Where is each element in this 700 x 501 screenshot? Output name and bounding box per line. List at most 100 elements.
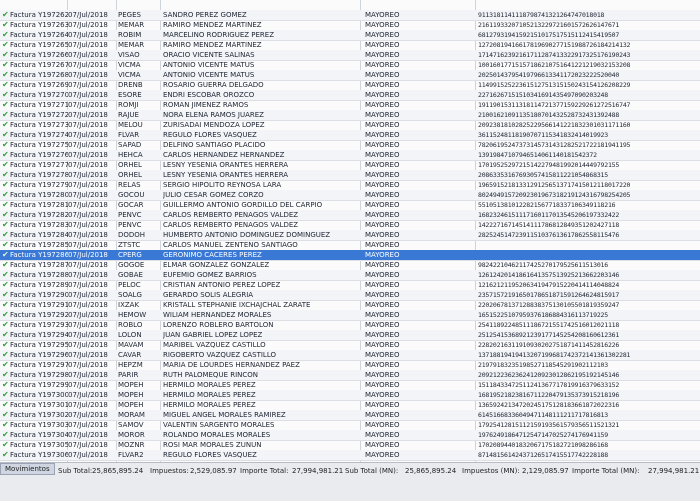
client-name-cell: NORA ELENA RAMOS JUAREZ (163, 111, 264, 119)
document-cell: Factura Y197298 (10, 371, 68, 379)
sale-type-cell: MAYOREO (365, 321, 400, 329)
client-name-cell: KRISTALL STEPHANIE IXCHAJCHAL ZARATE (163, 301, 311, 309)
document-cell: Factura Y197306 (10, 451, 68, 459)
date-cell: 07/Jul/2018 (68, 181, 108, 189)
sale-type-cell: MAYOREO (365, 371, 400, 379)
client-name-cell: REGULO FLORES VASQUEZ (163, 451, 257, 459)
sale-type-cell: MAYOREO (365, 161, 400, 169)
client-name-cell: EUFEMIO GOMEZ BARRIOS (163, 271, 257, 279)
impuestos-value: 2,529,085.97 (190, 467, 237, 475)
date-cell: 07/Jul/2018 (68, 121, 108, 129)
folio-cell: 20863353167693057415811221054868315 (478, 171, 608, 179)
client-name-cell: REGULO FLORES VASQUEZ (163, 131, 257, 139)
sale-type-cell: MAYOREO (365, 421, 400, 429)
document-cell: Factura Y197296 (10, 351, 68, 359)
sale-type-cell: MAYOREO (365, 341, 400, 349)
folio-cell: 20921223623624120923012862195192145146 (478, 371, 620, 379)
sale-type-cell: MAYOREO (365, 61, 400, 69)
client-code-cell: MEMAR (118, 21, 145, 29)
client-name-cell: RUTH PALOMEQUE RINCON (163, 371, 259, 379)
sale-type-cell: MAYOREO (365, 181, 400, 189)
client-code-cell: SAMOV (118, 421, 144, 429)
document-cell (10, 0, 68, 10)
document-cell: Factura Y197300 (10, 391, 68, 399)
client-name-cell: LORENZO ROBLERO BARTOLON (163, 321, 274, 329)
folio-cell: 23571572191650178651871591264624815917 (478, 291, 620, 299)
sale-type-cell: MAYOREO (365, 281, 400, 289)
impuestos-mn-value: 2,129,085.97 (522, 467, 569, 475)
totals-bar: Movimientos Sub Total: 25,865,895.24 Imp… (0, 462, 700, 501)
date-cell: 07/Jul/2018 (68, 91, 108, 99)
date-cell: 07/Jul/2018 (68, 401, 108, 409)
date-cell: 07/Jul/2018 (68, 101, 108, 109)
date-cell (68, 0, 114, 10)
date-cell: 07/Jul/2018 (68, 241, 108, 249)
client-name-cell: HERMILO MORALES PEREZ (163, 401, 256, 409)
table-row[interactable]: ✔ Factura Y197306 07/Jul/2018 FLVAR2 REGULO … (0, 450, 700, 461)
subtotal-mn-value: 25,865,895.24 (405, 467, 457, 475)
document-cell: Factura Y197288 (10, 271, 68, 279)
client-code-cell: CAVAR (118, 351, 142, 359)
tab-movimientos[interactable]: Movimientos (0, 463, 55, 475)
document-cell: Factura Y197305 (10, 441, 68, 449)
date-cell: 07/Jul/2018 (68, 421, 108, 429)
folio-cell: 13659242134720245175128183661872022316 (478, 401, 620, 409)
client-code-cell: MORAM (118, 411, 145, 419)
client-name-cell: CARLOS HERNANDEZ HERNANDEZ (163, 151, 285, 159)
document-cell: Factura Y197265 (10, 41, 68, 49)
client-code-cell: HEPZM (118, 361, 143, 369)
client-code-cell: SOALG (118, 291, 142, 299)
folio-cell: 13919847107946514061140181542372 (478, 151, 597, 159)
folio-cell: 21611933207105213229721601572626147671 (478, 21, 620, 29)
date-cell: 07/Jul/2018 (68, 331, 108, 339)
client-name-cell: SANDRO PEREZ GOMEZ (163, 11, 247, 19)
folio-cell: 12162121195206341947915220414114048824 (478, 281, 620, 289)
folio-cell: 17019525297215142279481992014449792155 (478, 161, 620, 169)
folio-cell: 68127931941592151017517515112415419507 (478, 31, 620, 39)
sale-type-cell: MAYOREO (365, 111, 400, 119)
date-cell: 07/Jul/2018 (68, 381, 108, 389)
date-cell: 07/Jul/2018 (68, 51, 108, 59)
client-name-cell: VALENTIN SARGENTO MORALES (163, 421, 275, 429)
sale-type-cell: MAYOREO (365, 401, 400, 409)
client-code-cell: LOLON (118, 331, 142, 339)
document-cell: Factura Y197293 (10, 321, 68, 329)
date-cell: 07/Jul/2018 (68, 171, 108, 179)
folio-cell: 61451668336049471148111211717816813 (478, 411, 608, 419)
client-name-cell: ANTONIO VICENTE MATUS (163, 71, 255, 79)
client-code-cell: ORHEL (118, 161, 142, 169)
folio-cell: 25125415368921239177145254208160612361 (478, 331, 620, 339)
sale-type-cell: MAYOREO (365, 311, 400, 319)
date-cell: 07/Jul/2018 (68, 251, 108, 259)
folio-cell: 20250143795419796613341172023222520040 (478, 71, 620, 79)
date-cell: 07/Jul/2018 (68, 291, 108, 299)
date-cell: 07/Jul/2018 (68, 71, 108, 79)
date-cell: 07/Jul/2018 (68, 341, 108, 349)
client-name-cell: ROSARIO GUERRA DELGADO (163, 81, 264, 89)
client-name-cell: WILIAM HERNANDEZ MORALES (163, 311, 272, 319)
date-cell: 07/Jul/2018 (68, 271, 108, 279)
sale-type-cell: MAYOREO (365, 51, 400, 59)
sale-type-cell: MAYOREO (365, 361, 400, 369)
sale-type-cell (365, 0, 417, 10)
importe-label: Importe Total: (240, 467, 289, 475)
client-name-cell: DELFINO SANTIAGO PLACIDO (163, 141, 266, 149)
document-cell: Factura Y197264 (10, 31, 68, 39)
subtotal-label: Sub Total: (58, 467, 93, 475)
sale-type-cell: MAYOREO (365, 171, 400, 179)
sale-type-cell: MAYOREO (365, 211, 400, 219)
document-cell: Factura Y197280 (10, 191, 68, 199)
sale-type-cell: MAYOREO (365, 441, 400, 449)
folio-cell (478, 240, 700, 250)
folio-cell: 36115248118190707115341832414019923 (478, 131, 608, 139)
sale-type-cell: MAYOREO (365, 121, 400, 129)
document-cell: Factura Y197282 (10, 211, 68, 219)
sale-type-cell: MAYOREO (365, 41, 400, 49)
client-code-cell: PEGES (118, 11, 141, 19)
date-cell: 07/Jul/2018 (68, 221, 108, 229)
folio-cell: 22820216311910930202751871411452816226 (478, 341, 620, 349)
invoice-grid[interactable]: ✔ Factura Y197262 07/Jul/2018 PEGES SANDRO P… (0, 0, 700, 462)
client-code-cell: FLVAR (118, 131, 140, 139)
document-cell: Factura Y197304 (10, 431, 68, 439)
client-name-cell: ANTONIO VICENTE MATUS (163, 61, 255, 69)
